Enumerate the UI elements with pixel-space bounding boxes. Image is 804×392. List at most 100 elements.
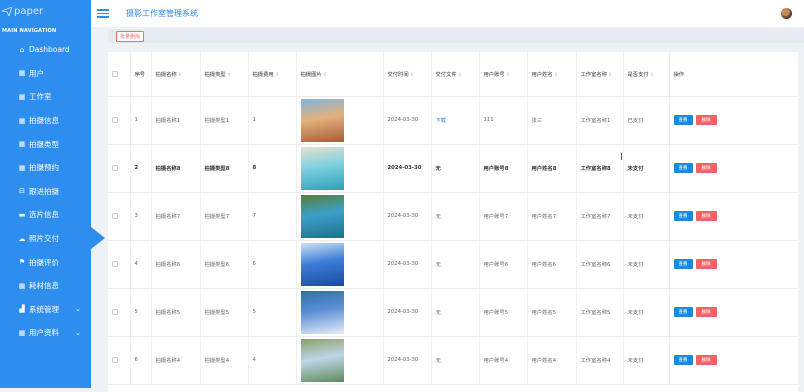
photo-thumbnail[interactable] xyxy=(300,290,344,334)
table-row[interactable]: 6 拍摄名称4 拍摄类型4 4 2024-03-30 无用户账号4 用户姓名4 工作室名称4 未… xyxy=(108,336,799,385)
cell-fee: 5 xyxy=(248,288,297,337)
photo-thumbnail[interactable] xyxy=(300,146,344,190)
cell-no: 3 xyxy=(130,192,152,241)
column-header[interactable]: 用户姓名⇕ xyxy=(527,52,577,97)
delete-button[interactable]: 删除 xyxy=(695,115,717,125)
avatar[interactable] xyxy=(781,8,792,19)
sort-icon[interactable]: ⇕ xyxy=(458,72,462,78)
table-header-row: 序号 拍摄名称⇕ 拍摄类型⇕ 拍摄费用⇕ 拍摄图片⇕ 交付时间⇕ 交付文件⇕ 用户账号⇕ 用户姓… xyxy=(108,52,799,97)
delete-button[interactable]: 删除 xyxy=(695,211,717,221)
select-all-cell xyxy=(108,52,131,97)
cell-type: 拍摄类型5 xyxy=(200,288,249,337)
delete-button[interactable]: 删除 xyxy=(695,307,717,317)
sidebar-item-10[interactable]: ▦ 耗材信息 xyxy=(0,274,91,298)
chevron-down-icon: ⌄ xyxy=(75,328,81,337)
delete-button[interactable]: 删除 xyxy=(695,355,717,365)
column-header[interactable]: 交付时间⇕ xyxy=(383,52,432,97)
column-header[interactable]: 工作室名称⇕ xyxy=(576,52,624,97)
sidebar-item-label: 拍摄预约 xyxy=(29,163,59,173)
sort-icon[interactable]: ⇕ xyxy=(650,72,654,78)
column-header[interactable]: 是否支付⇕ xyxy=(623,52,670,97)
column-header[interactable]: 序号 xyxy=(130,52,152,97)
row-checkbox[interactable] xyxy=(112,165,118,171)
sidebar-item-1[interactable]: ▦ 用户 xyxy=(0,62,91,86)
delete-button[interactable]: 删除 xyxy=(695,259,717,269)
view-button[interactable]: 查看 xyxy=(673,115,693,125)
cell-time: 2024-03-30 xyxy=(383,144,432,193)
row-checkbox[interactable] xyxy=(112,309,118,315)
sidebar-item-0[interactable]: ⌂ Dashboard xyxy=(0,38,91,62)
photo-thumbnail[interactable] xyxy=(300,338,344,382)
row-checkbox[interactable] xyxy=(112,213,118,219)
select-all-checkbox[interactable] xyxy=(112,70,118,77)
row-select-cell xyxy=(108,192,131,241)
sidebar-item-11[interactable]: ▟ 系统管理 ⌄ xyxy=(0,298,91,322)
sort-icon[interactable]: ⇕ xyxy=(410,72,414,78)
sidebar-item-label: Dashboard xyxy=(29,45,70,55)
table-row[interactable]: 2 拍摄名称8 拍摄类型8 8 2024-03-30 无用户账号8 用户姓名8 工作室名称8 未… xyxy=(108,144,799,193)
column-header[interactable]: 拍摄费用⇕ xyxy=(248,52,297,97)
menu-toggle-icon[interactable] xyxy=(97,7,109,20)
sidebar-item-2[interactable]: ▦ 工作室 xyxy=(0,85,91,109)
view-button[interactable]: 查看 xyxy=(673,307,693,317)
delete-button[interactable]: 删除 xyxy=(695,163,717,173)
sidebar-item-8[interactable]: ☁ 照片交付 xyxy=(0,226,105,251)
cell-studio: 工作室名称6 xyxy=(576,240,624,289)
cell-file: 无 xyxy=(431,144,480,193)
column-header[interactable]: 拍摄图片⇕ xyxy=(296,52,384,97)
view-button[interactable]: 查看 xyxy=(673,355,693,365)
cell-paid: 已支付 xyxy=(623,96,670,145)
column-header-label: 用户姓名 xyxy=(531,71,553,78)
sort-icon[interactable]: ⇕ xyxy=(506,72,510,78)
column-header[interactable]: 用户账号⇕ xyxy=(479,52,528,97)
cell-file[interactable]: 下载 xyxy=(431,96,480,145)
photo-cell xyxy=(296,144,384,193)
view-button[interactable]: 查看 xyxy=(673,211,693,221)
sidebar-item-12[interactable]: ▦ 用户资料 ⌄ xyxy=(0,321,91,345)
logo[interactable]: paper xyxy=(0,0,91,22)
cell-time: 2024-03-30 xyxy=(383,336,432,385)
column-header[interactable]: 交付文件⇕ xyxy=(431,52,480,97)
photo-thumbnail[interactable] xyxy=(300,242,344,286)
table-row[interactable]: 4 拍摄名称6 拍摄类型6 6 2024-03-30 无用户账号6 用户姓名6 工作室名称6 未… xyxy=(108,240,799,289)
view-button[interactable]: 查看 xyxy=(673,259,693,269)
sidebar-item-7[interactable]: ▬ 选片信息 xyxy=(0,203,91,227)
column-header[interactable]: 拍摄名称⇕ xyxy=(151,52,201,97)
main-content: 批量删除 序号 拍摄名称⇕ 拍摄类型⇕ 拍摄费用⇕ 拍摄图片⇕ 交付时间⇕ 交付文件⇕ 用户账… xyxy=(108,29,804,392)
sidebar-item-3[interactable]: ▦ 拍摄信息 xyxy=(0,109,91,133)
table-row[interactable]: 1 拍摄名称1 拍摄类型1 1 2024-03-30 下载 111 张三 工作室名称1 已支付 查看… xyxy=(108,96,799,145)
sort-icon[interactable]: ⇕ xyxy=(554,72,558,78)
column-header[interactable]: 拍摄类型⇕ xyxy=(200,52,249,97)
sort-icon[interactable]: ⇕ xyxy=(608,72,612,78)
cell-username: 用户姓名8 xyxy=(527,144,577,193)
sort-icon[interactable]: ⇕ xyxy=(323,72,327,78)
photo-thumbnail[interactable] xyxy=(300,194,344,238)
sidebar-item-6[interactable]: ⊟ 跟进拍摄 xyxy=(0,180,91,204)
batch-delete-button[interactable]: 批量删除 xyxy=(116,30,145,42)
view-button[interactable]: 查看 xyxy=(673,163,693,173)
logo-text: paper xyxy=(14,5,44,17)
grid-icon: ▦ xyxy=(18,116,26,125)
sidebar-item-label: 用户资料 xyxy=(29,328,59,338)
sort-icon[interactable]: ⇕ xyxy=(227,72,231,78)
column-header-label: 拍摄图片 xyxy=(300,71,322,78)
sidebar: paper MAIN NAVIGATION ⌂ Dashboard ▦ 用户 ▦ 工作室 ▦… xyxy=(0,0,105,388)
cell-studio: 工作室名称4 xyxy=(576,336,624,385)
sidebar-item-label: 拍摄信息 xyxy=(29,116,59,126)
sort-icon[interactable]: ⇕ xyxy=(178,72,182,78)
app-title: 摄影工作室管理系统 xyxy=(126,9,198,18)
column-header[interactable]: 操作 xyxy=(669,52,799,97)
sidebar-item-4[interactable]: ▦ 拍摄类型 xyxy=(0,132,91,156)
row-checkbox[interactable] xyxy=(112,261,118,267)
sidebar-item-9[interactable]: ⚑ 拍摄评价 xyxy=(0,250,91,274)
table-row[interactable]: 3 拍摄名称7 拍摄类型7 7 2024-03-30 无用户账号7 用户姓名7 工作室名称7 未… xyxy=(108,192,799,241)
cell-studio: 工作室名称7 xyxy=(576,192,624,241)
sort-icon[interactable]: ⇕ xyxy=(275,72,279,78)
table-body: 1 拍摄名称1 拍摄类型1 1 2024-03-30 下载 111 张三 工作室名称1 已支付 查看… xyxy=(108,96,799,385)
sidebar-item-5[interactable]: ▦ 拍摄预约 xyxy=(0,156,91,180)
table-row[interactable]: 5 拍摄名称5 拍摄类型5 5 2024-03-30 无用户账号5 用户姓名5 工作室名称5 未… xyxy=(108,288,799,337)
row-select-cell xyxy=(108,144,131,193)
photo-thumbnail[interactable] xyxy=(300,98,344,142)
row-checkbox[interactable] xyxy=(112,117,118,123)
row-checkbox[interactable] xyxy=(112,357,118,363)
